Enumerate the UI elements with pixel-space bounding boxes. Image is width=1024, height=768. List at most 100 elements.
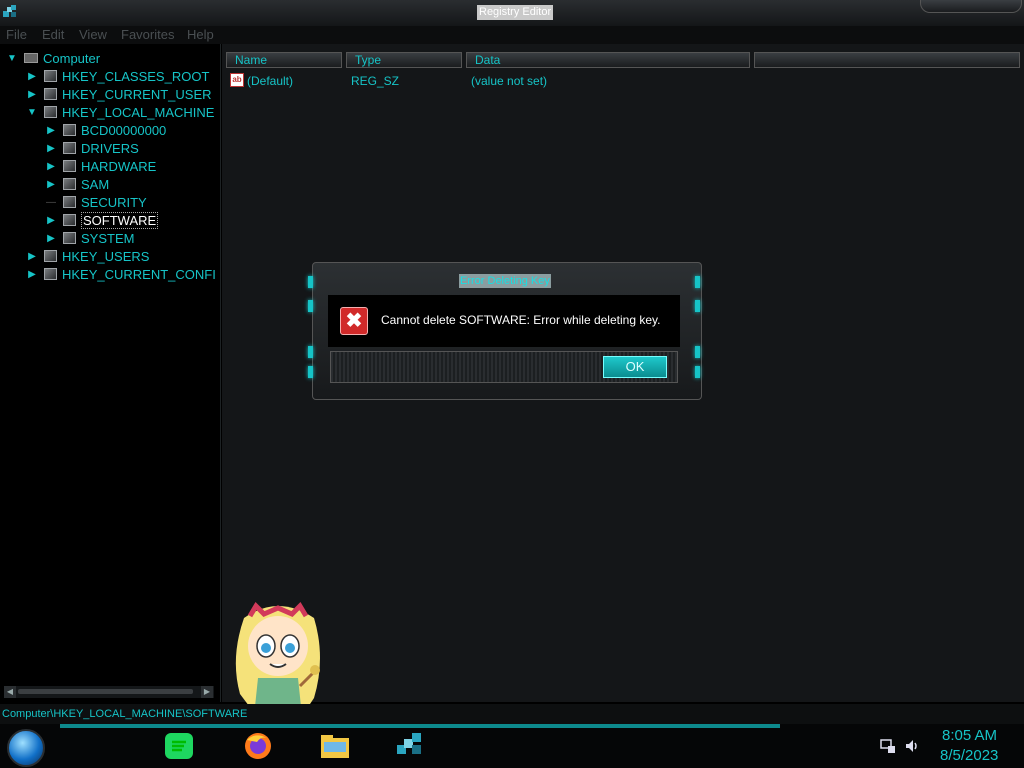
clock-time[interactable]: 8:05 AM xyxy=(942,727,997,744)
folder-icon xyxy=(63,142,76,154)
folder-icon xyxy=(44,250,57,262)
expand-arrow-icon[interactable]: ▶ xyxy=(45,215,57,226)
network-icon[interactable] xyxy=(880,738,896,754)
tree-label: BCD00000000 xyxy=(81,122,167,138)
tree-node-computer[interactable]: ▼ Computer xyxy=(6,49,100,67)
registry-tree[interactable]: ▼ Computer ▶ HKEY_CLASSES_ROOT ▶ HKEY_CU… xyxy=(0,44,221,702)
expand-arrow-icon[interactable]: ▶ xyxy=(45,143,57,154)
folder-icon xyxy=(63,214,76,226)
tree-label: SAM xyxy=(81,176,110,192)
column-header-type[interactable]: Type xyxy=(346,52,462,68)
tree-node-security[interactable]: — SECURITY xyxy=(45,193,147,211)
tree-node-hkcc[interactable]: ▶ HKEY_CURRENT_CONFI xyxy=(26,265,216,283)
tree-node-hkcr[interactable]: ▶ HKEY_CLASSES_ROOT xyxy=(26,67,209,85)
status-path: Computer\HKEY_LOCAL_MACHINE\SOFTWARE xyxy=(2,708,248,720)
computer-icon xyxy=(24,53,38,63)
value-data: (value not set) xyxy=(471,74,548,88)
volume-icon[interactable] xyxy=(904,738,920,754)
start-orb-icon[interactable] xyxy=(7,729,45,767)
frame-accent xyxy=(308,276,313,288)
clock-date[interactable]: 8/5/2023 xyxy=(940,747,998,764)
dialog-button-bar: OK xyxy=(330,351,678,383)
taskbar: 8:05 AM 8/5/2023 xyxy=(0,724,1024,768)
title-bar[interactable]: Registry Editor xyxy=(0,0,1024,26)
scroll-left-icon[interactable]: ◀ xyxy=(4,686,16,698)
tree-node-system[interactable]: ▶ SYSTEM xyxy=(45,229,134,247)
error-icon: ✖ xyxy=(340,307,368,335)
folder-icon xyxy=(63,196,76,208)
dialog-message: Cannot delete SOFTWARE: Error while dele… xyxy=(381,313,661,327)
menu-bar: File Edit View Favorites Help xyxy=(0,26,1024,44)
tree-node-hku[interactable]: ▶ HKEY_USERS xyxy=(26,247,149,265)
tree-node-drivers[interactable]: ▶ DRIVERS xyxy=(45,139,139,157)
tree-label: Computer xyxy=(43,50,101,66)
menu-favorites[interactable]: Favorites xyxy=(121,27,174,42)
tree-label: HKEY_LOCAL_MACHINE xyxy=(62,104,215,120)
menu-help[interactable]: Help xyxy=(187,27,214,42)
tree-label: HKEY_USERS xyxy=(62,248,150,264)
ok-button[interactable]: OK xyxy=(603,356,667,378)
string-value-icon: ab xyxy=(230,73,244,87)
tree-connector: — xyxy=(46,196,56,208)
tree-label: HKEY_CURRENT_CONFI xyxy=(62,266,216,282)
expand-arrow-icon[interactable]: ▶ xyxy=(26,89,38,100)
tree-node-hkcu[interactable]: ▶ HKEY_CURRENT_USER xyxy=(26,85,212,103)
column-header-empty xyxy=(754,52,1020,68)
window-title: Registry Editor xyxy=(477,5,554,20)
folder-icon xyxy=(63,232,76,244)
menu-edit[interactable]: Edit xyxy=(42,27,64,42)
tree-node-hklm[interactable]: ▼ HKEY_LOCAL_MACHINE xyxy=(26,103,214,121)
folder-icon xyxy=(63,178,76,190)
tree-label: SECURITY xyxy=(81,194,147,210)
file-explorer-icon[interactable] xyxy=(318,730,352,762)
value-name: (Default) xyxy=(247,74,294,88)
frame-accent xyxy=(695,300,700,312)
folder-icon xyxy=(63,160,76,172)
firefox-icon[interactable] xyxy=(241,730,275,762)
column-header-name[interactable]: Name xyxy=(226,52,342,68)
collapse-arrow-icon[interactable]: ▼ xyxy=(26,107,38,118)
window-controls[interactable] xyxy=(920,0,1022,13)
menu-file[interactable]: File xyxy=(6,27,27,42)
dialog-content: ✖ Cannot delete SOFTWARE: Error while de… xyxy=(328,295,680,347)
folder-icon xyxy=(44,106,57,118)
expand-arrow-icon[interactable]: ▶ xyxy=(45,179,57,190)
value-type: REG_SZ xyxy=(351,74,400,88)
expand-arrow-icon[interactable]: ▶ xyxy=(26,71,38,82)
frame-accent xyxy=(695,366,700,378)
dialog-title: Error Deleting Key xyxy=(459,274,551,288)
expand-arrow-icon[interactable]: ▶ xyxy=(45,125,57,136)
tree-label: SYSTEM xyxy=(81,230,135,246)
tree-node-bcd[interactable]: ▶ BCD00000000 xyxy=(45,121,166,139)
collapse-arrow-icon[interactable]: ▼ xyxy=(6,53,18,64)
frame-accent xyxy=(308,346,313,358)
taskbar-accent xyxy=(60,724,780,728)
tree-horizontal-scrollbar[interactable]: ◀ ▶ xyxy=(4,686,214,698)
tree-node-sam[interactable]: ▶ SAM xyxy=(45,175,109,193)
frame-accent xyxy=(308,300,313,312)
tree-label: HKEY_CURRENT_USER xyxy=(62,86,212,102)
folder-icon xyxy=(44,70,57,82)
tree-label: HKEY_CLASSES_ROOT xyxy=(62,68,210,84)
scrollbar-thumb[interactable] xyxy=(18,689,193,694)
folder-icon xyxy=(44,268,57,280)
tree-node-hardware[interactable]: ▶ HARDWARE xyxy=(45,157,156,175)
frame-accent xyxy=(308,366,313,378)
expand-arrow-icon[interactable]: ▶ xyxy=(45,161,57,172)
tree-label: SOFTWARE xyxy=(81,211,159,229)
regedit-taskbar-icon[interactable] xyxy=(394,730,428,762)
expand-arrow-icon[interactable]: ▶ xyxy=(26,269,38,280)
error-dialog[interactable]: Error Deleting Key ✖ Cannot delete SOFTW… xyxy=(308,262,702,400)
regedit-icon xyxy=(3,5,16,17)
expand-arrow-icon[interactable]: ▶ xyxy=(26,251,38,262)
tree-label: DRIVERS xyxy=(81,140,139,156)
frame-accent xyxy=(695,276,700,288)
scroll-right-icon[interactable]: ▶ xyxy=(201,686,213,698)
tree-label: HARDWARE xyxy=(81,158,157,174)
column-header-data[interactable]: Data xyxy=(466,52,750,68)
expand-arrow-icon[interactable]: ▶ xyxy=(45,233,57,244)
menu-view[interactable]: View xyxy=(79,27,107,42)
spotify-icon[interactable] xyxy=(162,730,196,762)
folder-icon xyxy=(63,124,76,136)
tree-node-software[interactable]: ▶ SOFTWARE xyxy=(45,211,159,229)
